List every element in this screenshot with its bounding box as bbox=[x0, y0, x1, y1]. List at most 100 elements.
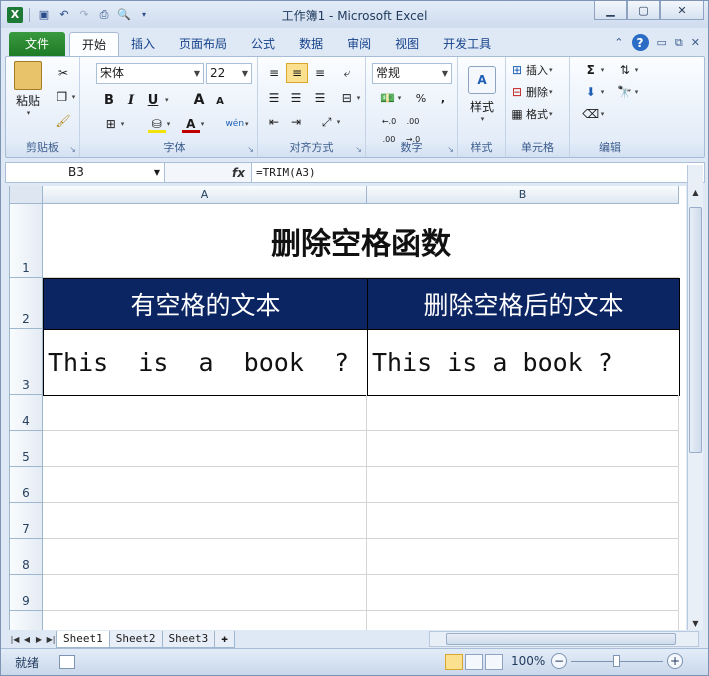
percent-button[interactable]: % bbox=[412, 89, 430, 107]
tab-file[interactable]: 文件 bbox=[9, 32, 65, 56]
align-top-button[interactable]: ≡ bbox=[264, 63, 284, 83]
underline-dropdown-icon[interactable]: ▾ bbox=[165, 96, 169, 104]
insert-cells-button[interactable]: ⊞ 插入 ▾ bbox=[508, 61, 568, 79]
save-icon[interactable]: ▣ bbox=[36, 7, 52, 23]
number-launcher-icon[interactable]: ↘ bbox=[447, 145, 454, 154]
clear-button[interactable]: ⌫ ▾ bbox=[580, 105, 606, 123]
page-break-view-button[interactable] bbox=[485, 654, 503, 670]
cell-a1-title[interactable]: 删除空格函数 bbox=[43, 204, 679, 278]
styles-button[interactable]: A 样式 ▾ bbox=[462, 61, 502, 127]
grow-font-button[interactable]: A bbox=[190, 91, 208, 109]
cell-empty[interactable] bbox=[367, 575, 679, 611]
row-header-8[interactable]: 8 bbox=[10, 539, 43, 575]
sheet-tab-sheet2[interactable]: Sheet2 bbox=[108, 630, 163, 648]
cell-b3[interactable]: This is a book ? bbox=[367, 329, 680, 396]
cell-a2-header[interactable]: 有空格的文本 bbox=[43, 278, 368, 330]
cell-empty[interactable] bbox=[43, 503, 367, 539]
cell-empty[interactable] bbox=[43, 611, 367, 630]
undo-icon[interactable]: ↶ bbox=[56, 7, 72, 23]
cell-empty[interactable] bbox=[367, 611, 679, 630]
worksheet-grid[interactable]: A B 1 2 3 4 5 6 7 8 9 删除空格函数 有空格的文本 删除空格… bbox=[9, 186, 686, 630]
row-header-2[interactable]: 2 bbox=[10, 278, 43, 329]
format-painter-button[interactable]: 🖌 bbox=[52, 111, 74, 131]
copy-button[interactable]: ❐ ▾ bbox=[52, 87, 76, 107]
format-cells-button[interactable]: ▦ 格式 ▾ bbox=[508, 105, 568, 123]
clipboard-launcher-icon[interactable]: ↘ bbox=[69, 145, 76, 154]
cell-empty[interactable] bbox=[367, 431, 679, 467]
decrease-decimal-button[interactable]: .00 →.0 bbox=[402, 113, 424, 144]
cell-empty[interactable] bbox=[367, 539, 679, 575]
zoom-slider-thumb[interactable] bbox=[613, 655, 620, 667]
vertical-scrollbar[interactable]: ▲ ▼ bbox=[687, 165, 703, 633]
tab-home[interactable]: 开始 bbox=[69, 32, 120, 56]
macro-record-icon[interactable] bbox=[59, 655, 76, 669]
autosum-button[interactable]: Σ ▾ bbox=[580, 61, 606, 79]
normal-view-button[interactable] bbox=[445, 654, 463, 670]
tab-page-layout[interactable]: 页面布局 bbox=[167, 32, 239, 56]
redo-icon[interactable]: ↷ bbox=[76, 7, 92, 23]
vertical-scroll-thumb[interactable] bbox=[689, 207, 702, 453]
align-bottom-button[interactable]: ≡ bbox=[310, 63, 330, 83]
alignment-launcher-icon[interactable]: ↘ bbox=[355, 145, 362, 154]
bold-button[interactable]: B bbox=[100, 91, 118, 109]
phonetic-button[interactable]: wén ▾ bbox=[220, 115, 254, 133]
find-select-button[interactable]: 🔭 ▾ bbox=[612, 83, 642, 101]
cut-button[interactable]: ✂ bbox=[52, 63, 74, 83]
shrink-font-button[interactable]: A bbox=[212, 93, 228, 109]
cell-b2-header[interactable]: 删除空格后的文本 bbox=[367, 278, 680, 330]
sheet-tab-sheet1[interactable]: Sheet1 bbox=[56, 630, 110, 648]
formula-input[interactable]: =TRIM(A3) ▼ bbox=[251, 162, 705, 183]
insert-sheet-button[interactable]: ✚ bbox=[214, 630, 235, 648]
column-header-a[interactable]: A bbox=[43, 186, 367, 204]
sheet-tab-sheet3[interactable]: Sheet3 bbox=[161, 630, 216, 648]
delete-cells-button[interactable]: ⊟ 删除 ▾ bbox=[508, 83, 568, 101]
text-direction-button[interactable]: ⤢ ▾ bbox=[316, 113, 342, 131]
merge-center-button[interactable]: ⊟ ▾ bbox=[336, 89, 362, 107]
print-icon[interactable]: ⎙ bbox=[96, 7, 112, 23]
font-size-combo[interactable]: 22 ▼ bbox=[206, 63, 252, 84]
font-launcher-icon[interactable]: ↘ bbox=[247, 145, 254, 154]
font-color-button[interactable]: A ▾ bbox=[178, 115, 208, 133]
row-header-5[interactable]: 5 bbox=[10, 431, 43, 467]
tab-formulas[interactable]: 公式 bbox=[239, 32, 287, 56]
tab-view[interactable]: 视图 bbox=[383, 32, 431, 56]
row-header-4[interactable]: 4 bbox=[10, 395, 43, 431]
cell-empty[interactable] bbox=[43, 575, 367, 611]
increase-indent-button[interactable]: ⇥ bbox=[286, 113, 306, 131]
tab-developer[interactable]: 开发工具 bbox=[431, 32, 503, 56]
scroll-down-icon[interactable]: ▼ bbox=[688, 616, 703, 631]
row-header-6[interactable]: 6 bbox=[10, 467, 43, 503]
paste-button[interactable]: 粘贴 ▾ bbox=[10, 61, 46, 117]
tab-review[interactable]: 审阅 bbox=[335, 32, 383, 56]
borders-button[interactable]: ⊞ ▾ bbox=[100, 115, 126, 133]
restore-button[interactable]: ▢ bbox=[627, 1, 660, 20]
cell-empty[interactable] bbox=[43, 467, 367, 503]
cell-empty[interactable] bbox=[43, 395, 367, 431]
cell-empty[interactable] bbox=[43, 539, 367, 575]
doc-restore-icon[interactable]: ⧉ bbox=[675, 36, 683, 50]
tab-data[interactable]: 数据 bbox=[287, 32, 335, 56]
zoom-out-button[interactable]: − bbox=[551, 653, 567, 669]
cell-empty[interactable] bbox=[367, 467, 679, 503]
row-header-9[interactable]: 9 bbox=[10, 575, 43, 611]
help-icon[interactable]: ? bbox=[631, 34, 649, 51]
page-layout-view-button[interactable] bbox=[465, 654, 483, 670]
cell-a3[interactable]: This is a book ? bbox=[43, 329, 368, 396]
horizontal-scrollbar[interactable] bbox=[429, 631, 699, 647]
underline-button[interactable]: U bbox=[144, 91, 162, 109]
minimize-ribbon-icon[interactable]: ⌃ bbox=[614, 36, 623, 49]
cell-empty[interactable] bbox=[43, 431, 367, 467]
cell-empty[interactable] bbox=[367, 395, 679, 431]
fill-color-button[interactable]: ⛁ ▾ bbox=[144, 115, 174, 133]
fill-button[interactable]: ⬇ ▾ bbox=[580, 83, 606, 101]
zoom-in-button[interactable]: + bbox=[667, 653, 683, 669]
font-name-combo[interactable]: 宋体 ▼ bbox=[96, 63, 204, 84]
close-button[interactable]: ✕ bbox=[660, 1, 704, 20]
doc-minimize-icon[interactable]: ▭ bbox=[657, 36, 667, 49]
currency-button[interactable]: 💵 ▾ bbox=[376, 89, 404, 107]
sort-filter-button[interactable]: ⇅ ▾ bbox=[612, 61, 642, 79]
prev-sheet-icon[interactable]: ◀ bbox=[21, 635, 33, 644]
select-all-button[interactable] bbox=[10, 186, 43, 204]
horizontal-scroll-thumb[interactable] bbox=[446, 633, 676, 645]
doc-close-icon[interactable]: ✕ bbox=[691, 36, 700, 49]
